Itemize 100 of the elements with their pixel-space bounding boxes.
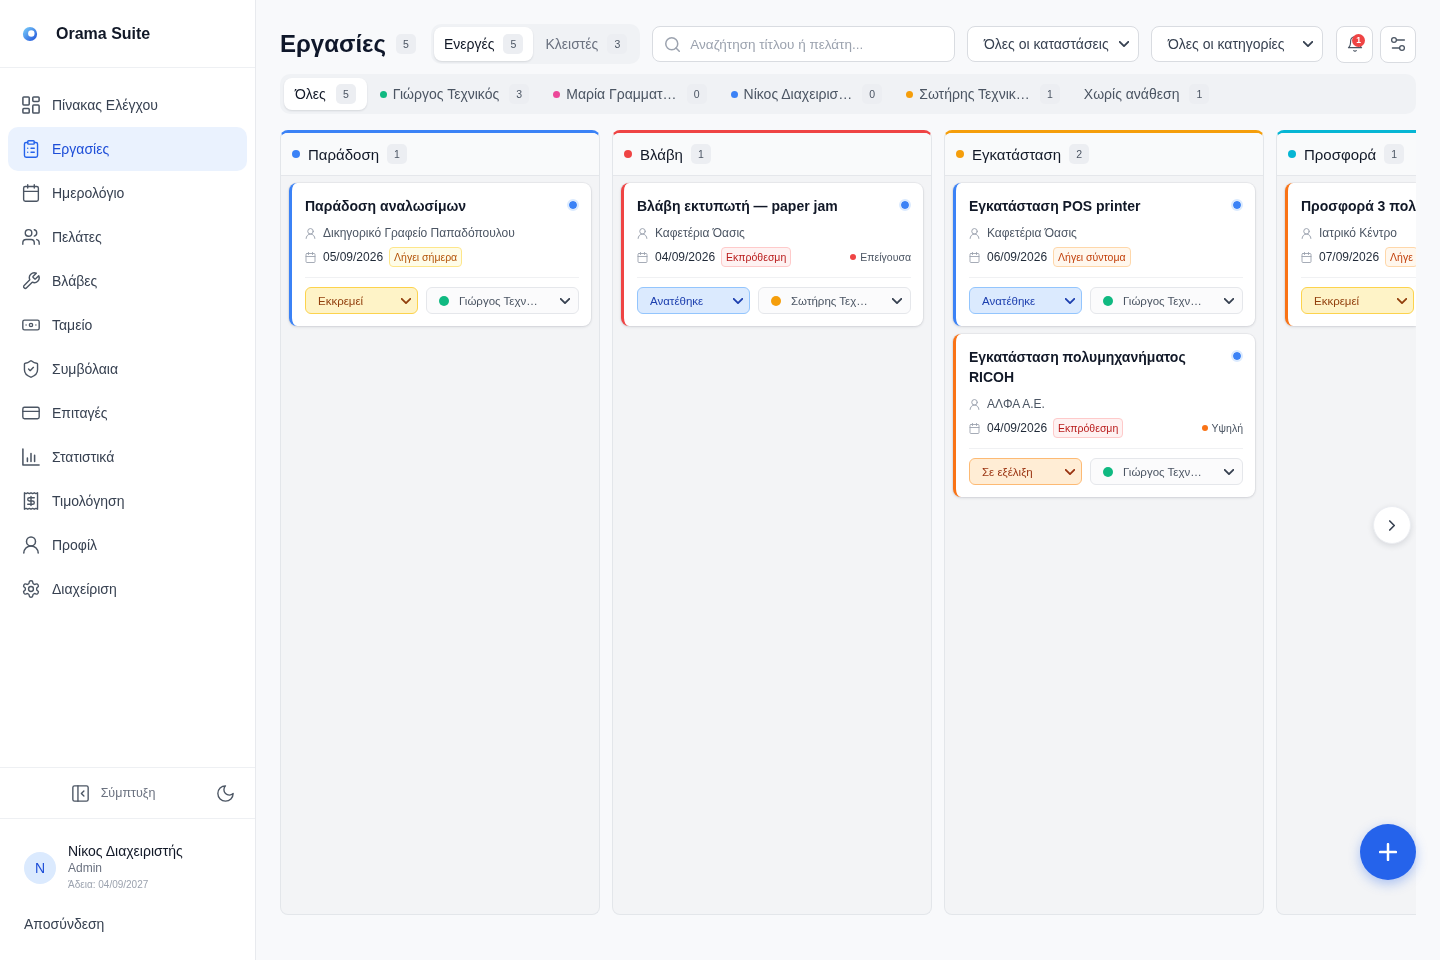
task-card[interactable]: Βλάβη εκτυπωτή — paper jam Καφετέρια Όασις 04/09/2026 Εκπρόθεσμη Επείγουσα Ανατέθηκε Σωτήρης Τεχ… [621, 183, 923, 326]
notifications-button[interactable]: 1 [1336, 25, 1373, 63]
bar-chart-icon [22, 448, 40, 466]
due-date: 06/09/2026 [987, 250, 1048, 264]
deadline-badge: Εκπρόθεσμη [1053, 418, 1124, 438]
chevron-down-icon [1303, 41, 1313, 47]
assignee-filter-chip[interactable]: Σωτήρης Τεχνικ… 1 [895, 78, 1071, 110]
user-role: Admin [68, 860, 103, 877]
logout-link[interactable]: Αποσύνδεση [24, 916, 105, 932]
assignee-filter-chip[interactable]: Χωρίς ανάθεση 1 [1072, 78, 1221, 110]
calendar-icon [969, 251, 980, 263]
search-field[interactable]: Αναζήτηση τίτλου ή πελάτη... [652, 26, 955, 62]
filter-select[interactable]: Όλες οι καταστάσεις [967, 26, 1139, 62]
nav-item[interactable]: Πελάτες [8, 215, 247, 259]
assignee-select[interactable]: Γιώργος Τεχν… [426, 287, 579, 314]
count-badge: 1 [1384, 144, 1405, 164]
nav-item[interactable]: Προφίλ [8, 523, 247, 567]
priority-label: Υψηλή [1211, 422, 1243, 434]
calendar-icon [1301, 251, 1312, 263]
person-icon [637, 227, 648, 239]
assignee-select[interactable]: Γιώργος Τεχν… [1090, 458, 1243, 485]
collapse-button[interactable]: Σύμπτυξη [16, 777, 211, 809]
filter-select[interactable]: Όλες οι κατηγορίες [1151, 26, 1323, 62]
filter-settings-button[interactable] [1380, 25, 1416, 63]
deadline-badge: Λήγει σύντομα [1053, 247, 1131, 267]
assignee-filter-chip[interactable]: Γιώργος Τεχνικός 3 [368, 78, 541, 110]
user-avatar: N [24, 851, 56, 884]
person-icon [305, 227, 316, 239]
status-tab[interactable]: Κλειστές 3 [535, 27, 638, 61]
logo-icon [22, 25, 38, 42]
due-date: 04/09/2026 [655, 250, 716, 264]
chevron-down-icon [1065, 468, 1075, 475]
status-tab[interactable]: Ενεργές 5 [433, 27, 534, 61]
card-title: Προσφορά 3 πολ [1301, 197, 1416, 216]
chevron-down-icon [1065, 297, 1075, 304]
chevron-down-icon [1397, 297, 1407, 304]
clipboard-icon [22, 140, 40, 158]
card-title: Εγκατάσταση πολυμηχανήματος RICOH [969, 348, 1187, 387]
client-name: ΑΛΦΑ Α.Ε. [987, 397, 1045, 411]
calendar-icon [637, 251, 648, 263]
nav-item[interactable]: Εργασίες [8, 127, 247, 171]
column-title: Βλάβη [640, 145, 683, 163]
plus-icon [1379, 843, 1397, 861]
person-icon [969, 227, 980, 239]
assignee-select[interactable]: Σωτήρης Τεχ… [758, 287, 911, 314]
assignee-filter-chip[interactable]: Όλες 5 [284, 78, 367, 110]
users-icon [22, 228, 40, 246]
count-badge: 3 [509, 84, 530, 104]
chevron-down-icon [401, 297, 411, 304]
chevron-down-icon [560, 297, 570, 304]
count-badge: 0 [686, 84, 707, 104]
count-badge: 0 [862, 84, 883, 104]
nav-item[interactable]: Διαχείριση [8, 567, 247, 611]
nav-item[interactable]: Βλάβες [8, 259, 247, 303]
assignee-select[interactable]: Γιώργος Τεχν… [1090, 287, 1243, 314]
count-badge: 3 [607, 34, 628, 54]
nav-item[interactable]: Ταμείο [8, 303, 247, 347]
chevron-down-icon [1224, 468, 1234, 475]
status-select[interactable]: Εκκρεμεί [305, 287, 418, 314]
person-icon [969, 398, 980, 410]
status-select[interactable]: Σε εξέλιξη [969, 458, 1082, 485]
task-card[interactable]: Εγκατάσταση POS printer Καφετέρια Όασις 06/09/2026 Λήγει σύντομα Ανατέθηκε Γιώργος Τεχν… [953, 183, 1255, 326]
person-icon [1301, 227, 1312, 239]
count-badge: 5 [335, 84, 356, 104]
deadline-badge: Λήγει σήμερα [389, 247, 463, 267]
chevron-down-icon [892, 297, 902, 304]
nav-item[interactable]: Στατιστικά [8, 435, 247, 479]
nav-item[interactable]: Επιταγές [8, 391, 247, 435]
count-badge: 1 [690, 144, 711, 164]
license-date: Άδεια: 04/09/2027 [68, 878, 150, 892]
assignee-filter-chip[interactable]: Μαρία Γραμματ… 0 [542, 78, 718, 110]
deadline-badge: Εκπρόθεσμη [721, 247, 792, 267]
count-badge: 1 [1039, 84, 1060, 104]
nav-item[interactable]: Συμβόλαια [8, 347, 247, 391]
task-card[interactable]: Προσφορά 3 πολ Ιατρικό Κέντρο 07/09/2026 Λήγε Εκκρεμεί [1285, 183, 1416, 326]
sliders-icon [1390, 36, 1406, 52]
status-select[interactable]: Ανατέθηκε [637, 287, 750, 314]
nav-item[interactable]: Πίνακας Ελέγχου [8, 83, 247, 127]
card-title: Εγκατάσταση POS printer [969, 197, 1142, 216]
chevron-down-icon [733, 297, 743, 304]
column-title: Εγκατάσταση [972, 145, 1062, 163]
dashboard-icon [22, 96, 40, 114]
column-title: Προσφορά [1304, 145, 1377, 163]
due-date: 07/09/2026 [1319, 250, 1380, 264]
task-card[interactable]: Εγκατάσταση πολυμηχανήματος RICOH ΑΛΦΑ Α.Ε. 04/09/2026 Εκπρόθεσμη Υψηλή Σε εξέλιξη Γιώργος Τεχν… [953, 334, 1255, 497]
client-name: Δικηγορικό Γραφείο Παπαδόπουλου [323, 226, 515, 240]
shield-check-icon [22, 360, 40, 378]
client-name: Καφετέρια Όασις [987, 226, 1077, 240]
status-select[interactable]: Ανατέθηκε [969, 287, 1082, 314]
status-select[interactable]: Εκκρεμεί [1301, 287, 1414, 314]
calendar-icon [969, 422, 980, 434]
brand-name: Orama Suite [56, 24, 151, 43]
user-name: Νίκος Διαχειριστής [68, 842, 183, 860]
chevron-down-icon [1224, 297, 1234, 304]
settings-icon [22, 580, 40, 598]
nav-item[interactable]: Ημερολόγιο [8, 171, 247, 215]
count-badge: 5 [395, 34, 416, 54]
assignee-filter-chip[interactable]: Νίκος Διαχειρισ… 0 [719, 78, 894, 110]
task-card[interactable]: Παράδοση αναλωσίμων Δικηγορικό Γραφείο Παπαδόπουλου 05/09/2026 Λήγει σήμερα Εκκρεμεί Γιώργος Τεχν… [289, 183, 591, 326]
nav-item[interactable]: Τιμολόγηση [8, 479, 247, 523]
